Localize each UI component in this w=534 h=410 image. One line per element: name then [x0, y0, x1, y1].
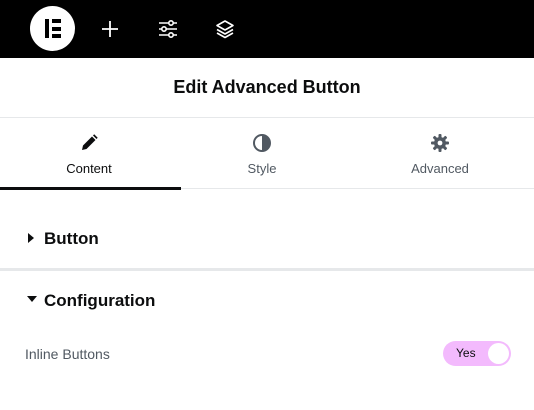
- top-bar: [0, 0, 534, 58]
- site-settings-button[interactable]: [153, 14, 183, 44]
- gear-icon: [429, 132, 451, 154]
- panel-header: Edit Advanced Button: [0, 58, 534, 118]
- inline-buttons-toggle[interactable]: Yes: [443, 341, 511, 366]
- half-circle-icon: [251, 132, 273, 154]
- tab-content-label: Content: [66, 161, 112, 176]
- tab-style[interactable]: Style: [173, 118, 351, 189]
- structure-button[interactable]: [210, 14, 240, 44]
- section-button[interactable]: Button: [0, 218, 534, 260]
- section-configuration[interactable]: Configuration: [0, 280, 534, 320]
- tab-content[interactable]: Content: [0, 118, 181, 190]
- caret-down-icon: [27, 296, 37, 302]
- plus-icon: [102, 21, 118, 37]
- section-button-label: Button: [44, 229, 99, 248]
- add-element-button[interactable]: [95, 14, 125, 44]
- active-tab-indicator: [0, 187, 181, 190]
- panel-tabs: Content Style Advanced: [0, 118, 534, 190]
- pencil-icon: [78, 132, 100, 154]
- layers-icon: [216, 20, 234, 39]
- page-title: Edit Advanced Button: [173, 77, 361, 97]
- elementor-logo-icon[interactable]: [30, 6, 75, 51]
- inline-buttons-label: Inline Buttons: [25, 346, 110, 362]
- section-configuration-label: Configuration: [44, 291, 156, 310]
- toggle-knob: [488, 343, 509, 364]
- tab-advanced-label: Advanced: [411, 161, 469, 176]
- caret-right-icon: [28, 233, 34, 243]
- sliders-icon: [159, 20, 177, 38]
- tab-advanced[interactable]: Advanced: [351, 118, 529, 189]
- section-divider: [0, 268, 534, 271]
- toggle-state-text: Yes: [456, 346, 476, 360]
- tab-style-label: Style: [247, 161, 277, 176]
